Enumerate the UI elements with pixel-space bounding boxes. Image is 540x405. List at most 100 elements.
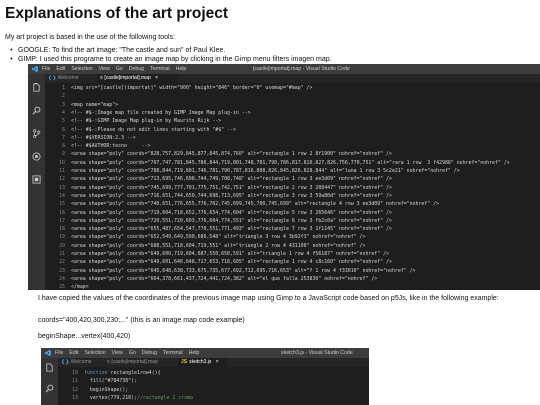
code-line: 5 <!-- #$-:GIMP Image Map plug-in by Maur… [45, 117, 540, 125]
code-text: <area shape="poly" coords="740,651,776,6… [71, 200, 439, 208]
code-content: <!-- #$-:Image map file created by GIMP … [71, 109, 251, 116]
debug-icon[interactable] [32, 152, 41, 161]
menu-debug[interactable]: Debug [142, 350, 157, 356]
code-text: <map name="map"> [71, 101, 118, 109]
code-line: 2 [45, 92, 540, 100]
line-number: 25 [59, 284, 65, 290]
search-icon[interactable] [32, 106, 41, 115]
code-line: 18 <area shape="poly" coords="655,487,654… [45, 225, 540, 233]
code-content: <area shape="poly" coords="740,651,776,6… [71, 201, 440, 208]
tab-castle-map[interactable]: ≡ [castle]importat].map × [97, 74, 178, 83]
code-text: <area shape="poly" coords="719,604,718,6… [71, 209, 392, 217]
close-icon[interactable]: × [155, 75, 158, 81]
line-number: 5 [62, 118, 65, 125]
line-number: 12 [59, 176, 65, 183]
vscode-screenshot-map: File Edit Selection View Go Debug Terminal Help… [28, 64, 540, 290]
line-number: 10 [72, 370, 78, 376]
code-text: <!-- #$-:Please do not edit lines starti… [71, 126, 236, 134]
menu-view[interactable]: View [99, 66, 110, 72]
title-bar: File Edit Selection View Go Debug Terminal Help… [41, 348, 369, 358]
menu-help[interactable]: Help [189, 350, 200, 356]
code-content: <area shape="poly" coords="649,601,646,6… [71, 259, 392, 266]
menu-help[interactable]: Help [176, 66, 187, 72]
line-number: 8 [62, 143, 65, 150]
menu-file[interactable]: File [42, 66, 50, 72]
vscode-logo-icon: ❮❯ [48, 75, 58, 81]
line-number: 9 [62, 151, 65, 158]
code-text: <area shape="poly" coords="652,549,649,5… [71, 233, 365, 241]
extensions-icon[interactable] [32, 175, 41, 184]
line-number: 22 [59, 259, 65, 266]
line-number: 6 [62, 126, 65, 133]
files-icon[interactable] [32, 83, 41, 92]
code-text: </map> [71, 283, 89, 290]
code-line: 14 <area shape="poly" coords="716,651,744… [45, 192, 540, 200]
menu-selection[interactable]: Selection [84, 350, 105, 356]
close-icon[interactable]: × [216, 359, 219, 365]
code-content: <!-- #$AUTHOR:tecno --> [71, 143, 151, 150]
tab-sketch3[interactable]: JS sketch3.js × [178, 358, 227, 367]
tab-welcome[interactable]: ❮❯ Welcome [58, 358, 107, 367]
tab-bar: ❮❯ Welcome ≡ [castle]importat].map × [45, 74, 540, 83]
code-line: 8 <!-- #$AUTHOR:tecno --> [45, 142, 540, 150]
code-content: <area shape="poly" coords="716,651,744,6… [71, 192, 392, 199]
line-number: 13 [72, 394, 78, 401]
code-editor[interactable]: 1 <img src="[castle](importat]" width="90… [45, 84, 540, 290]
line-number: 15 [59, 201, 65, 208]
code-text: <area shape="poly" coords="688,551,718,6… [71, 242, 365, 250]
line-number: 7 [62, 134, 65, 141]
code-content: <map name="map"> [71, 101, 119, 108]
code-content: <area shape="poly" coords="664,378,661,4… [71, 275, 378, 282]
search-icon[interactable] [45, 384, 54, 393]
menu-terminal[interactable]: Terminal [150, 66, 170, 72]
code-text: <area shape="poly" coords="649,600,719,6… [71, 250, 389, 258]
code-line: 13 vertex(779,218);//rectangle 1 croma [58, 394, 369, 402]
tab-label: [castle]importat].map [104, 75, 151, 81]
tab-castle-map[interactable]: ≡ [castle]importat].map [104, 358, 181, 367]
line-number: 17 [59, 217, 65, 224]
code-text: <area shape="poly" coords="713,695,746,6… [71, 175, 392, 183]
menu-go[interactable]: Go [129, 350, 136, 356]
code-content: <area shape="poly" coords="652,549,649,5… [71, 234, 366, 241]
code-line: 21 <area shape="poly" coords="649,600,719… [45, 250, 540, 258]
code-editor[interactable]: 10 function rectangle1row4(){11 fill("#78… [58, 369, 369, 405]
code-text: <!-- #$-:GIMP Image Map plug-in by Mauri… [71, 117, 221, 125]
code-content: beginShape(); [84, 386, 129, 393]
code-content: <area shape="poly" coords="649,600,719,6… [71, 251, 389, 257]
list-item: • GOOGLE: To find the art image: "The cas… [10, 47, 226, 54]
code-content: <area shape="poly" coords="720,551,720,6… [71, 217, 392, 224]
menu-edit[interactable]: Edit [69, 350, 78, 356]
code-line: 12 <area shape="poly" coords="713,695,746… [45, 175, 540, 183]
code-line: 1 <img src="[castle](importat]" width="90… [45, 84, 540, 92]
menu-selection[interactable]: Selection [71, 66, 92, 72]
code-text: <!-- #$AUTHOR:tecno --> [71, 142, 151, 150]
code-text: <area shape="poly" coords="788,844,719,8… [71, 167, 460, 175]
menu-view[interactable]: View [112, 350, 123, 356]
line-number: 21 [59, 251, 65, 257]
menu-bar: File Edit Selection View Go Debug Terminal Help [42, 64, 192, 74]
list-item: • GIMP: I used this programe to create an… [10, 56, 332, 63]
menu-edit[interactable]: Edit [56, 66, 65, 72]
code-line: 11 fill("#784738"); [58, 377, 369, 385]
page-heading: Explanations of the art project [5, 5, 229, 22]
menu-file[interactable]: File [55, 350, 63, 356]
code-line: 7 <!-- #$VERSION:2.3 --> [45, 134, 540, 142]
source-control-icon[interactable] [32, 129, 41, 138]
code-text: <!-- #$-:Image map file created by GIMP … [71, 109, 251, 117]
code-text: <area shape="poly" coords="745,699,777,7… [71, 184, 392, 192]
line-number: 11 [72, 378, 78, 385]
menu-debug[interactable]: Debug [129, 66, 144, 72]
tab-welcome[interactable]: ❮❯ Welcome [45, 74, 100, 83]
code-content: <area shape="poly" coords="797,747,781,8… [71, 159, 510, 166]
tool-gimp-text: GIMP: I used this programe to create an … [18, 56, 332, 63]
code-text: <img src="[castle](importat]" width="900… [71, 84, 312, 92]
files-icon[interactable] [45, 363, 54, 372]
menu-go[interactable]: Go [116, 66, 123, 72]
tool-google-text: GOOGLE: To find the art image: "The cast… [18, 47, 226, 54]
code-text: <area shape="poly" coords="720,551,720,6… [71, 217, 392, 225]
line-number: 23 [59, 267, 65, 274]
code-line: 23 <area shape="poly" coords="645,648,638… [45, 267, 540, 275]
window-title: sketch3.js - Visual Studio Code [281, 350, 353, 356]
line-number: 3 [62, 101, 65, 108]
menu-terminal[interactable]: Terminal [163, 350, 183, 356]
